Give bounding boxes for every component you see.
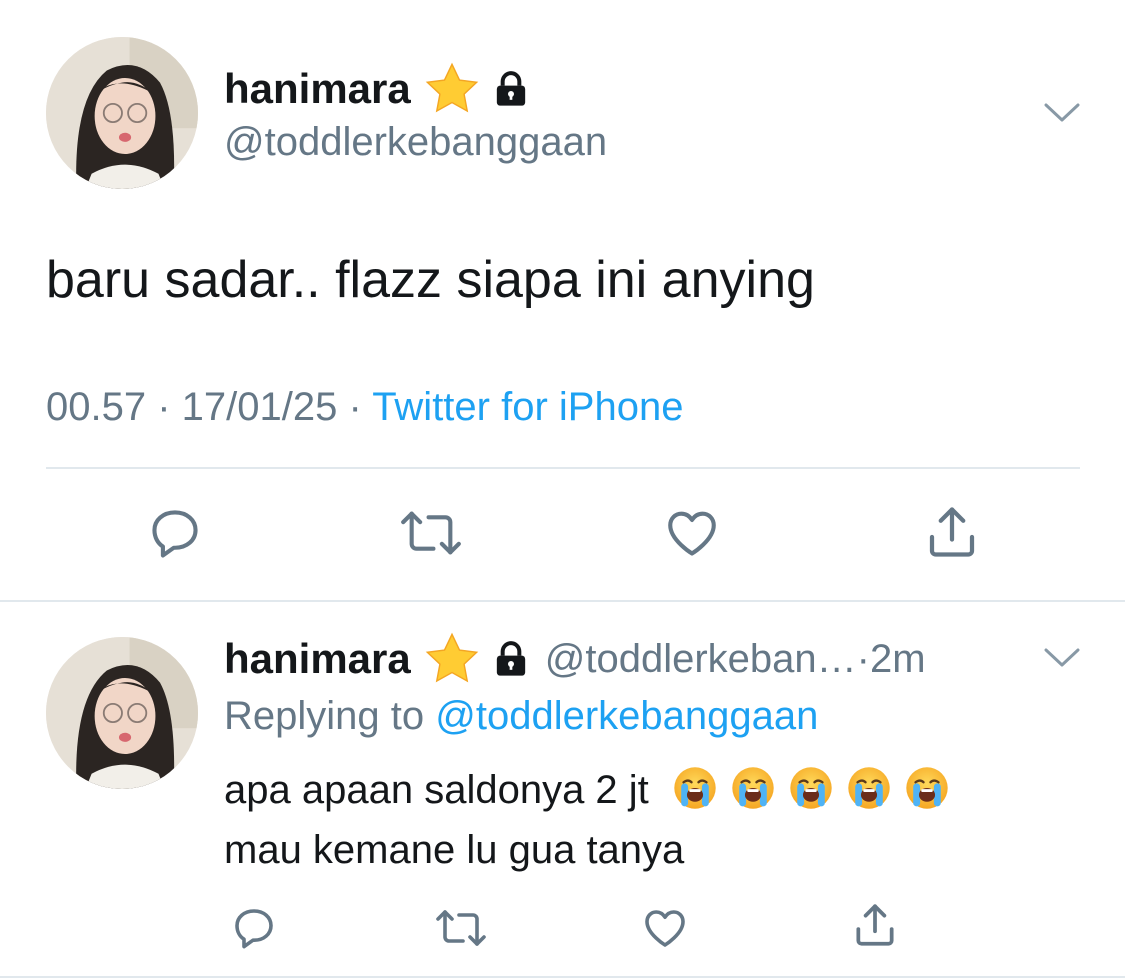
lock-icon: [491, 69, 531, 109]
like-button[interactable]: [662, 504, 722, 562]
star-icon: [423, 60, 481, 118]
star-icon: [423, 630, 481, 688]
reply-author-handle[interactable]: @toddlerkeban…: [545, 635, 857, 683]
crying-face-icon: [672, 765, 718, 811]
replying-to-label: Replying to: [224, 694, 436, 738]
like-button[interactable]: [640, 904, 690, 952]
author-name[interactable]: hanimara: [224, 64, 411, 114]
emoji-group: [660, 765, 950, 812]
share-button[interactable]: [922, 502, 982, 562]
reply-text: apa apaan saldonya 2 jt: [224, 768, 649, 812]
tweet-meta: 00.57 · 17/01/25 · Twitter for iPhone: [46, 383, 683, 431]
author-name-row: hanimara: [224, 60, 531, 118]
reply-text-line-2: mau kemane lu gua tanya: [224, 828, 685, 872]
reply-button[interactable]: [230, 904, 278, 952]
meta-separator: ·: [146, 385, 182, 429]
meta-separator: ·: [337, 385, 373, 429]
retweet-button[interactable]: [432, 904, 490, 952]
retweet-icon: [401, 511, 461, 555]
tweet-source-link[interactable]: Twitter for iPhone: [372, 385, 683, 429]
author-handle[interactable]: @toddlerkebanggaan: [224, 118, 607, 166]
share-icon: [856, 904, 894, 946]
reply-time-separator: ·: [856, 637, 870, 681]
reply-button[interactable]: [146, 504, 204, 562]
chevron-down-icon[interactable]: [1044, 102, 1080, 124]
like-icon: [645, 910, 685, 947]
reply-author-avatar[interactable]: [46, 637, 198, 789]
divider: [0, 600, 1125, 602]
lock-icon: [491, 639, 531, 679]
author-avatar[interactable]: [46, 37, 198, 189]
tweet-date: 17/01/25: [181, 385, 338, 429]
reply-time: 2m: [869, 637, 926, 681]
replying-to-line: Replying to @toddlerkebanggaan: [224, 692, 818, 740]
retweet-button[interactable]: [396, 504, 466, 562]
reply-text-line-1: apa apaan saldonya 2 jt: [224, 760, 950, 820]
retweet-icon: [436, 910, 486, 946]
reply-icon: [235, 909, 273, 949]
reply-author-name[interactable]: hanimara: [224, 634, 411, 684]
replying-to-handle-link[interactable]: @toddlerkebanggaan: [435, 694, 818, 738]
divider: [0, 976, 1125, 978]
chevron-down-icon[interactable]: [1044, 647, 1080, 669]
crying-face-icon: [846, 765, 892, 811]
crying-face-icon: [788, 765, 834, 811]
tweet-text: baru sadar.. flazz siapa ini anying: [46, 251, 815, 309]
share-icon: [929, 507, 975, 557]
reply-header-row: hanimara @toddlerkeban… · 2m: [224, 630, 926, 688]
divider: [46, 467, 1080, 469]
crying-face-icon: [730, 765, 776, 811]
share-button[interactable]: [850, 900, 900, 950]
crying-face-icon: [904, 765, 950, 811]
tweet-time: 00.57: [46, 385, 147, 429]
like-icon: [668, 511, 716, 556]
reply-icon: [152, 510, 198, 558]
